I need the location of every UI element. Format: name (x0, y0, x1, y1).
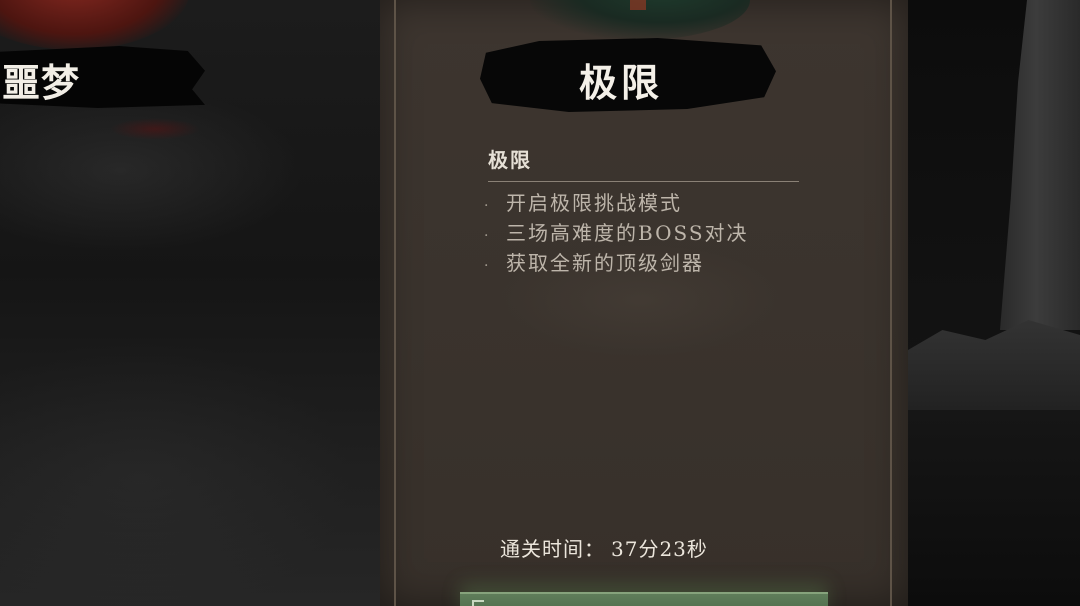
confirm-button[interactable] (460, 592, 828, 606)
clear-time: 通关时间： 37分23秒 (500, 533, 708, 562)
bullet-icon: · (484, 228, 491, 244)
list-item-text: 开启极限挑战模式 (506, 191, 682, 215)
section-divider (488, 181, 799, 182)
clear-time-value: 37分23秒 (611, 537, 708, 561)
list-item-text: 获取全新的顶级剑器 (506, 251, 704, 275)
difficulty-card-extreme[interactable]: 极限 极限 · 开启极限挑战模式 · 三场高难度的BOSS对决 · 获取全新的顶级剑器… (380, 0, 908, 606)
difficulty-title-nightmare: 噩梦 (2, 60, 81, 105)
difficulty-select-screen: 噩梦 极限 极限 · 开启极限挑战模式 · 三场高难度的BOSS对决 · 获取全新的顶… (0, 0, 1080, 606)
difficulty-card-next[interactable] (908, 0, 1080, 606)
ground-shadow (908, 410, 1080, 606)
list-item-text: 三场高难度的BOSS对决 (506, 221, 749, 245)
list-item: · 三场高难度的BOSS对决 (484, 218, 749, 248)
bullet-icon: · (484, 198, 491, 214)
list-item: · 获取全新的顶级剑器 (484, 248, 749, 278)
rock-base (908, 320, 1080, 420)
list-item: · 开启极限挑战模式 (484, 188, 749, 218)
bullet-icon: · (484, 258, 491, 274)
clear-time-label: 通关时间： (500, 537, 605, 561)
rock-pillar (1000, 0, 1080, 330)
difficulty-title-extreme: 极限 (578, 60, 663, 105)
nightmare-emblem-icon (0, 0, 190, 50)
difficulty-card-nightmare[interactable]: 噩梦 (0, 0, 380, 606)
blood-splatter (110, 118, 200, 140)
section-heading: 极限 (488, 148, 532, 172)
feature-list: · 开启极限挑战模式 · 三场高难度的BOSS对决 · 获取全新的顶级剑器 (484, 188, 749, 278)
